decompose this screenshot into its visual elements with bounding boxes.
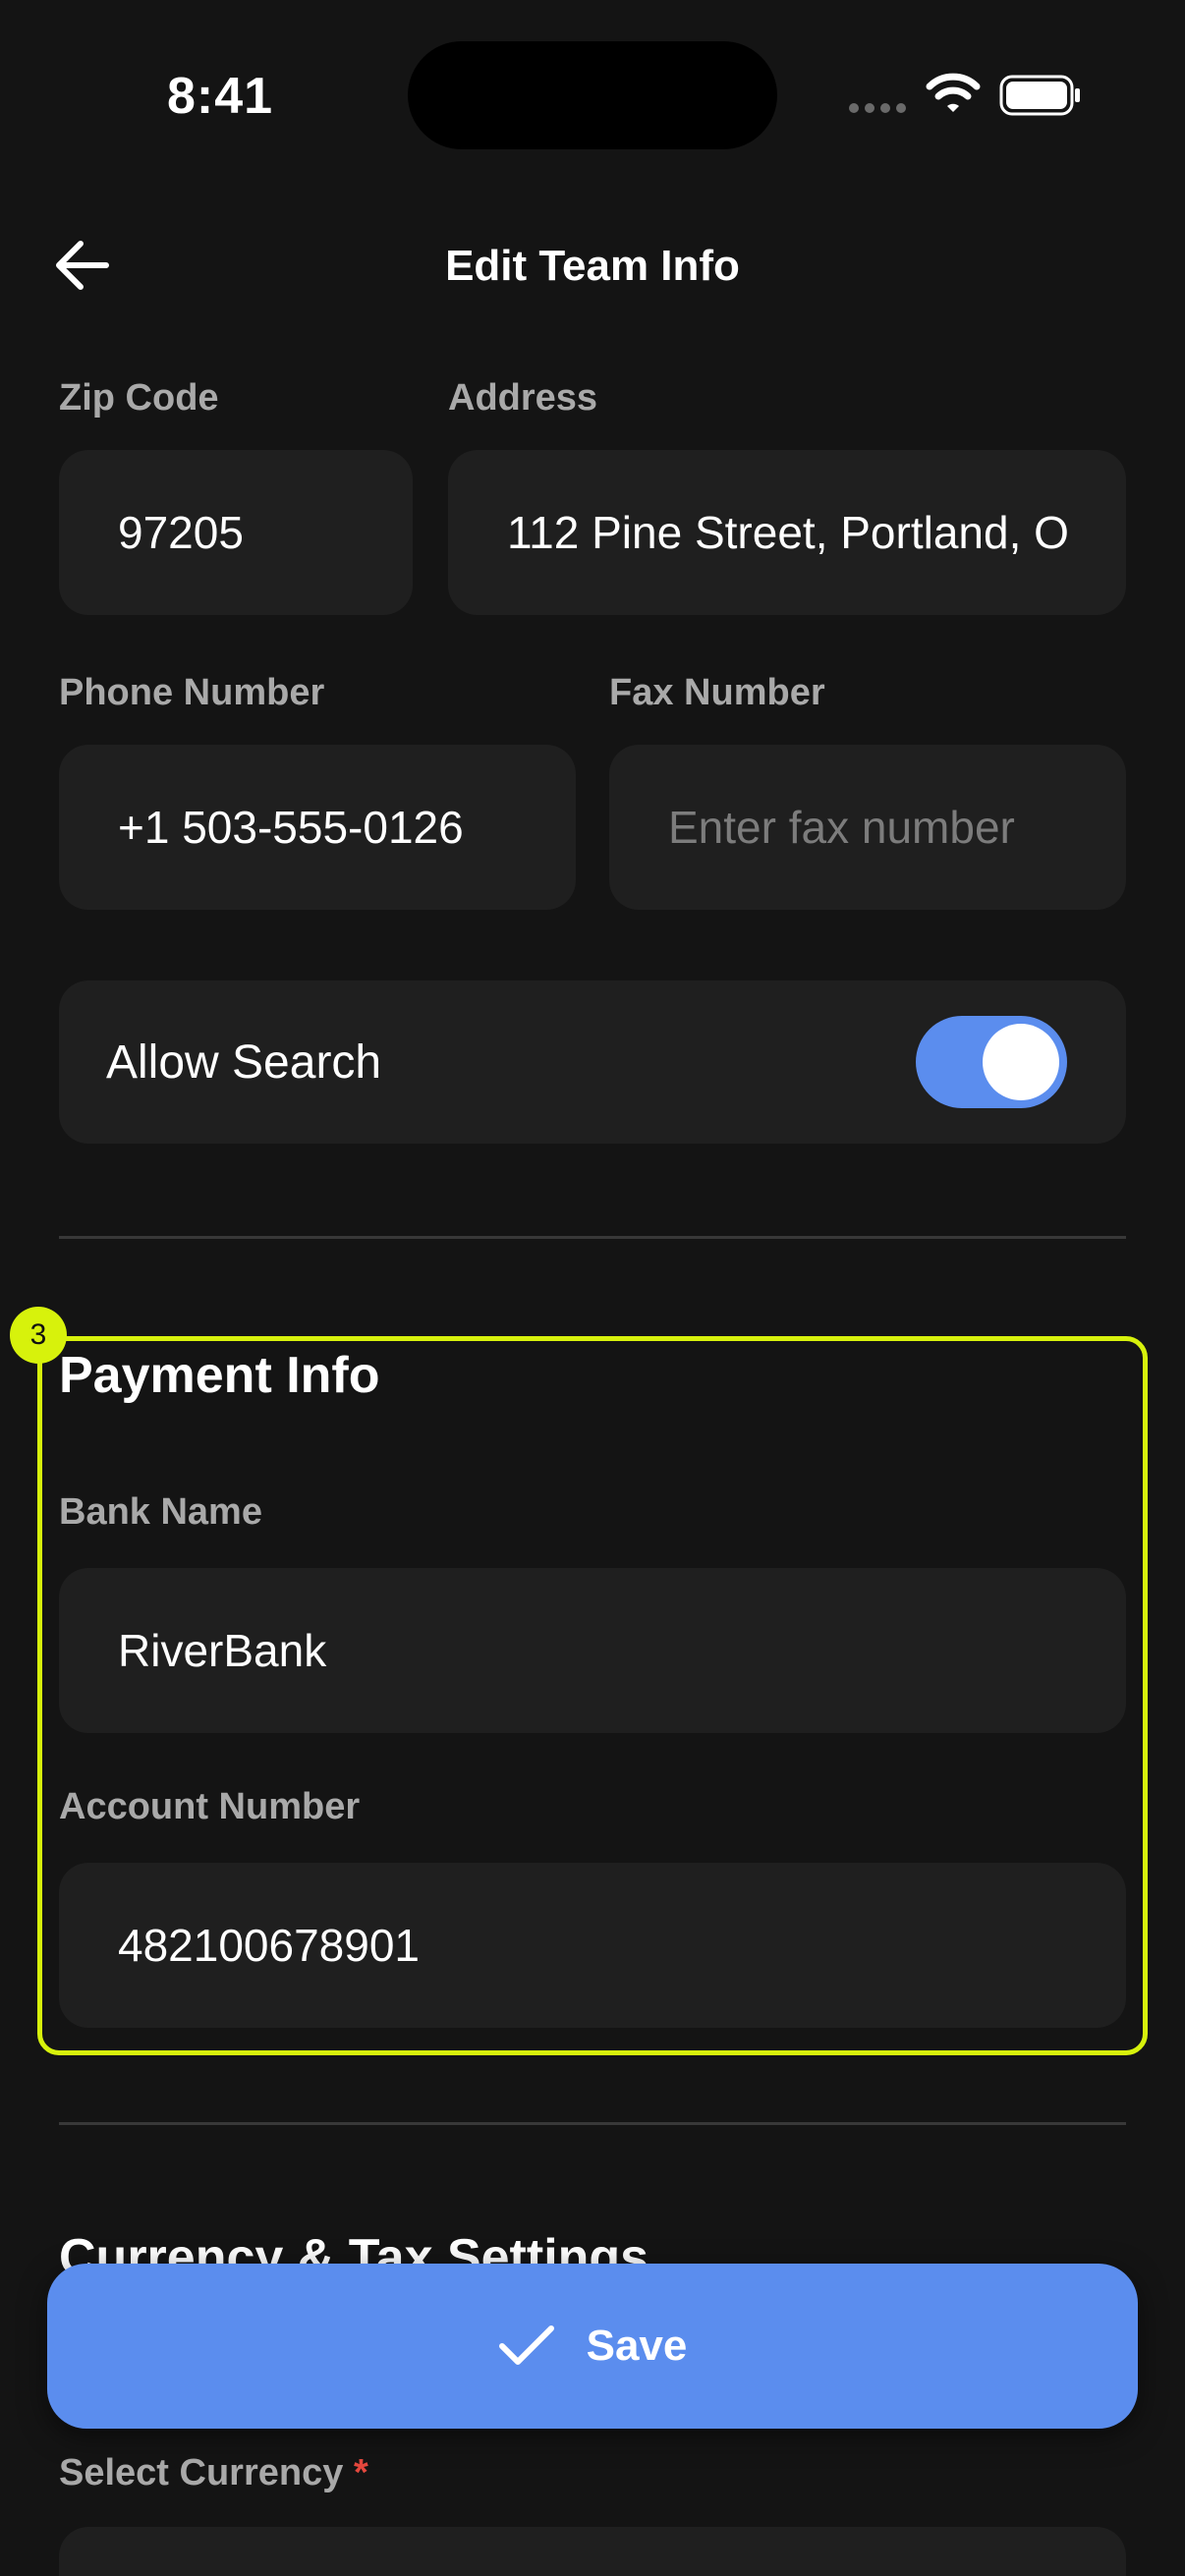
required-asterisk: * [353,2452,368,2493]
address-input[interactable] [448,450,1126,615]
phone-number-input[interactable] [59,745,576,910]
bank-name-field [59,1568,1126,1733]
status-time: 8:41 [167,68,274,125]
select-currency-dropdown[interactable] [59,2527,1126,2576]
fax-number-label: Fax Number [609,672,825,713]
check-icon [498,2325,554,2365]
bank-name-label: Bank Name [59,1491,262,1533]
zip-code-input[interactable] [59,450,413,615]
select-currency-label: Select Currency * [59,2452,368,2494]
battery-icon [999,75,1080,116]
fax-number-input[interactable] [609,745,1126,910]
nav-header: Edit Team Info [0,216,1185,314]
section-divider [59,1236,1126,1239]
allow-search-row: Allow Search [59,980,1126,1144]
dynamic-island [408,41,777,149]
toggle-knob [983,1024,1059,1100]
allow-search-toggle[interactable] [916,1016,1067,1108]
page-title: Edit Team Info [445,242,740,290]
allow-search-label: Allow Search [106,1036,382,1089]
account-number-label: Account Number [59,1786,361,1827]
bank-name-input[interactable] [59,1568,1126,1733]
phone-number-field [59,745,576,910]
payment-info-title: Payment Info [59,1347,380,1404]
zip-code-field [59,450,413,615]
save-button-label: Save [586,2322,688,2370]
section-divider [59,2122,1126,2125]
select-currency-label-text: Select Currency [59,2452,344,2493]
cellular-signal-icon [849,103,908,115]
account-number-input[interactable] [59,1863,1126,2028]
fax-number-field [609,745,1126,910]
address-field [448,450,1126,615]
wifi-icon [926,73,981,112]
address-label: Address [448,377,598,419]
account-number-field [59,1863,1126,2028]
status-bar: 8:41 [0,0,1185,187]
zip-code-label: Zip Code [59,377,219,419]
save-button[interactable]: Save [47,2264,1138,2429]
phone-number-label: Phone Number [59,672,325,713]
